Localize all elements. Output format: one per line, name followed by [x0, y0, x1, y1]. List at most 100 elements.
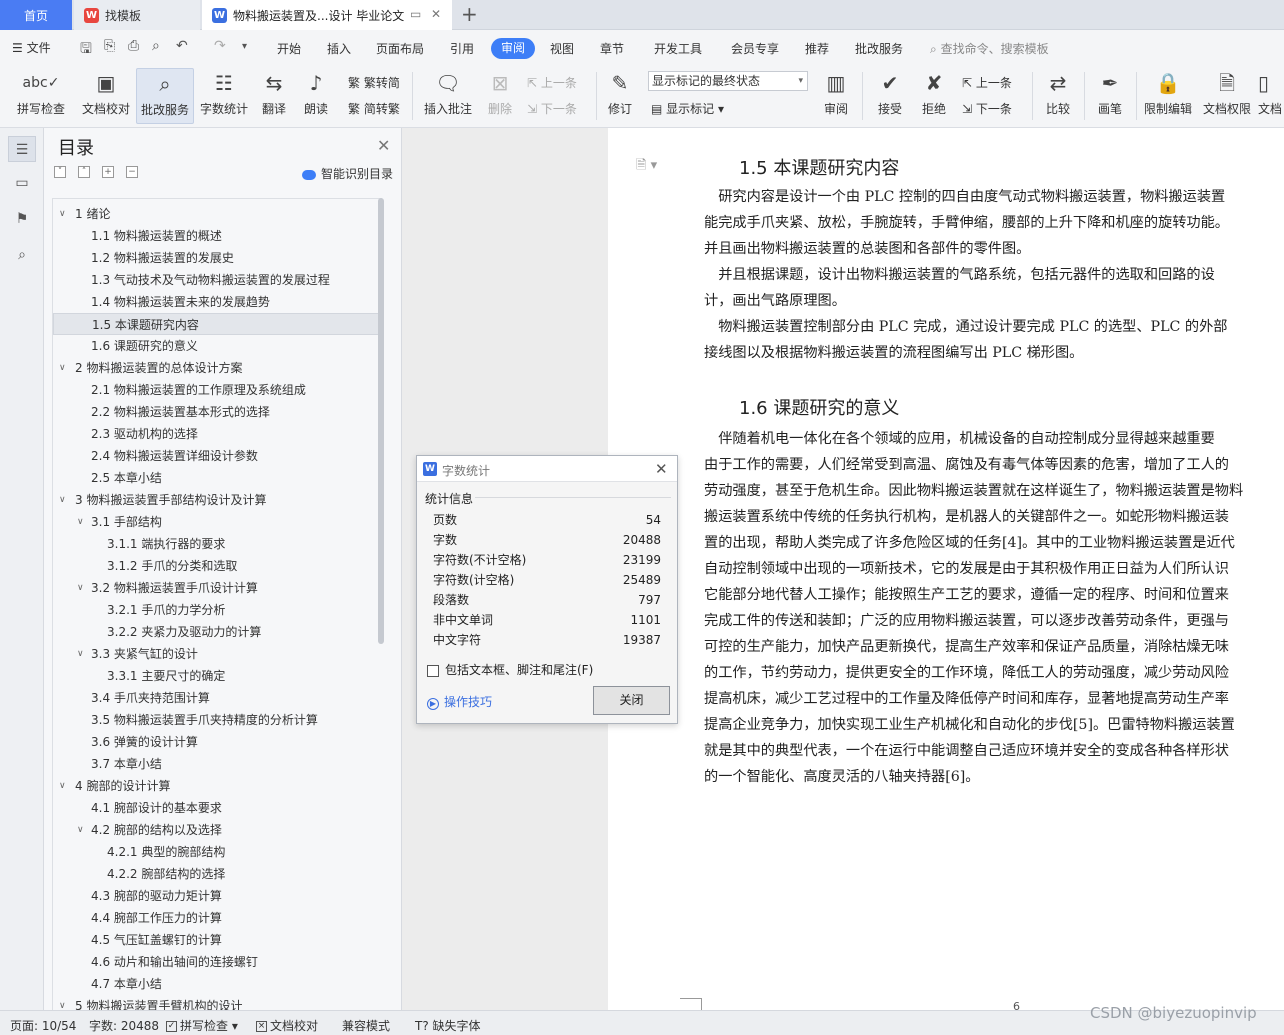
word-count-indicator[interactable]: 字数: 20488 — [89, 1017, 159, 1034]
print-icon[interactable]: ⎙ — [128, 38, 139, 54]
bookmark-icon[interactable]: ⚑ — [8, 206, 36, 232]
missing-font-status[interactable]: T? 缺失字体 — [415, 1017, 481, 1034]
close-button[interactable]: 关闭 — [593, 686, 670, 715]
menu-view[interactable]: 视图 — [550, 40, 574, 57]
toc-item[interactable]: 1.1 物料搬运装置的概述 — [53, 225, 381, 247]
prev-comment-button[interactable]: ⇱ 上一条 — [527, 74, 577, 91]
toc-item[interactable]: ∨ 4 腕部的设计计算 — [53, 775, 381, 797]
save-icon[interactable]: 🖫 — [80, 38, 92, 62]
print-preview-icon[interactable]: ⌕ — [152, 38, 160, 54]
tips-link[interactable]: ▶ 操作技巧 — [427, 693, 492, 710]
document-page[interactable]: 🗎 ▾ 1.5 本课题研究内容 研究内容是设计一个由 PLC 控制的四自由度气动… — [608, 128, 1284, 1010]
toc-item[interactable]: ∨ 5 物料搬运装置手臂机构的设计 — [53, 995, 381, 1010]
toc-item[interactable]: 4.1 腕部设计的基本要求 — [53, 797, 381, 819]
toc-item[interactable]: 2.5 本章小结 — [53, 467, 381, 489]
doc-rights-button[interactable]: 🗎 文档权限 — [1200, 68, 1254, 124]
toc-item[interactable]: 4.6 动片和输出轴间的连接螺钉 — [53, 951, 381, 973]
export-pdf-icon[interactable]: ⎘ — [104, 38, 115, 54]
toc-item[interactable]: 1.6 课题研究的意义 — [53, 335, 381, 357]
toc-scrollbar[interactable] — [378, 198, 384, 644]
tab-close-icon[interactable]: ✕ — [431, 7, 441, 21]
spell-check-button[interactable]: abc✓ 拼写检查 — [8, 68, 74, 124]
toc-item[interactable]: ∨ 1 绪论 — [53, 203, 381, 225]
screen-icon[interactable]: ▭ — [410, 7, 421, 21]
toc-item[interactable]: 1.5 本课题研究内容 — [53, 313, 381, 335]
section-nav-icon[interactable]: ▭ — [8, 170, 36, 196]
doc-proof-status[interactable]: × 文档校对 — [256, 1017, 318, 1034]
prev-change-button[interactable]: ⇱ 上一条 — [962, 74, 1012, 91]
toc-item[interactable]: 3.2.2 夹紧力及驱动力的计算 — [53, 621, 381, 643]
menu-insert[interactable]: 插入 — [327, 40, 351, 57]
menu-chapter[interactable]: 章节 — [600, 40, 624, 57]
toc-item[interactable]: 4.3 腕部的驱动力矩计算 — [53, 885, 381, 907]
compare-button[interactable]: ⇄ 比较 — [1038, 68, 1078, 124]
compat-mode-status[interactable]: 兼容模式 — [342, 1017, 390, 1034]
translate-button[interactable]: ⇆ 翻译 — [254, 68, 294, 124]
smart-toc-button[interactable]: 智能识别目录 — [302, 165, 393, 182]
toc-item[interactable]: 3.1.2 手爪的分类和选取 — [53, 555, 381, 577]
restrict-editing-button[interactable]: 🔒 限制编辑 — [1140, 68, 1196, 124]
menu-page-layout[interactable]: 页面布局 — [376, 40, 424, 57]
expand-arrow-icon[interactable]: ∨ — [59, 203, 66, 225]
undo-icon[interactable]: ↶ — [176, 38, 188, 54]
menu-developer[interactable]: 开发工具 — [654, 40, 702, 57]
toc-panel-icon[interactable]: ☰ — [8, 136, 36, 162]
doc-more-button[interactable]: ▯ 文档 — [1258, 68, 1284, 124]
menu-start[interactable]: 开始 — [277, 40, 301, 57]
tab-template[interactable]: W 找模板 — [74, 0, 200, 30]
toc-item[interactable]: 3.1.1 端执行器的要求 — [53, 533, 381, 555]
accept-button[interactable]: ✔ 接受 — [870, 68, 910, 124]
review-pane-button[interactable]: ▥ 审阅 — [816, 68, 856, 124]
toc-item[interactable]: 2.1 物料搬运装置的工作原理及系统组成 — [53, 379, 381, 401]
page-options-icon[interactable]: 🗎 ▾ — [636, 156, 657, 178]
read-aloud-button[interactable]: ♪ 朗读 — [296, 68, 336, 124]
toc-item[interactable]: 3.7 本章小结 — [53, 753, 381, 775]
spell-check-status[interactable]: ✓ 拼写检查 ▾ — [166, 1017, 238, 1034]
correction-service-button[interactable]: ⌕ 批改服务 — [136, 68, 194, 124]
simp-to-trad-button[interactable]: 繁 简转繁 — [348, 100, 400, 117]
toc-item[interactable]: ∨ 3.2 物料搬运装置手爪设计计算 — [53, 577, 381, 599]
word-count-button[interactable]: ☷ 字数统计 — [197, 68, 251, 124]
track-changes-button[interactable]: ✎ 修订 — [600, 68, 640, 124]
expand-arrow-icon[interactable]: ∨ — [59, 775, 66, 797]
menu-vip[interactable]: 会员专享 — [731, 40, 779, 57]
toc-item[interactable]: 3.2.1 手爪的力学分析 — [53, 599, 381, 621]
toc-item[interactable]: ∨ 3.3 夹紧气缸的设计 — [53, 643, 381, 665]
include-textbox-checkbox[interactable]: 包括文本框、脚注和尾注(F) — [427, 661, 593, 678]
toc-item[interactable]: ∨ 4.2 腕部的结构以及选择 — [53, 819, 381, 841]
toc-item[interactable]: ∨ 3 物料搬运装置手部结构设计及计算 — [53, 489, 381, 511]
next-change-button[interactable]: ⇲ 下一条 — [962, 100, 1012, 117]
menu-references[interactable]: 引用 — [450, 40, 474, 57]
show-markup-button[interactable]: ▤ 显示标记 ▾ — [651, 100, 724, 117]
toc-item[interactable]: 3.5 物料搬运装置手爪夹持精度的分析计算 — [53, 709, 381, 731]
markup-state-select[interactable]: 显示标记的最终状态 ▾ — [648, 71, 808, 91]
pen-button[interactable]: ✒ 画笔 — [1090, 68, 1130, 124]
toc-close-icon[interactable]: ✕ — [377, 136, 390, 155]
toc-item[interactable]: 2.4 物料搬运装置详细设计参数 — [53, 445, 381, 467]
toc-item[interactable]: 1.4 物料搬运装置未来的发展趋势 — [53, 291, 381, 313]
expand-arrow-icon[interactable]: ∨ — [59, 489, 66, 511]
doc-proof-button[interactable]: ▣ 文档校对 — [78, 68, 134, 124]
tab-home[interactable]: 首页 — [0, 0, 72, 30]
next-comment-button[interactable]: ⇲ 下一条 — [527, 100, 577, 117]
toc-item[interactable]: 4.2.1 典型的腕部结构 — [53, 841, 381, 863]
collapse-all-icon[interactable]: ˅ — [54, 166, 66, 178]
page-indicator[interactable]: 页面: 10/54 — [10, 1017, 76, 1034]
menu-recommend[interactable]: 推荐 — [805, 40, 829, 57]
add-heading-icon[interactable]: + — [102, 166, 114, 178]
toc-item[interactable]: ∨ 2 物料搬运装置的总体设计方案 — [53, 357, 381, 379]
expand-arrow-icon[interactable]: ∨ — [59, 995, 66, 1010]
expand-arrow-icon[interactable]: ∨ — [77, 577, 84, 599]
remove-heading-icon[interactable]: − — [126, 166, 138, 178]
toc-item[interactable]: 2.3 驱动机构的选择 — [53, 423, 381, 445]
toc-item[interactable]: 3.6 弹簧的设计计算 — [53, 731, 381, 753]
find-icon[interactable]: ⌕ — [8, 242, 36, 268]
quick-access-more-icon[interactable]: ▾ — [242, 41, 247, 52]
menu-review[interactable]: 审阅 — [491, 38, 535, 59]
toc-item[interactable]: 1.2 物料搬运装置的发展史 — [53, 247, 381, 269]
toc-item[interactable]: 3.4 手爪夹持范围计算 — [53, 687, 381, 709]
menu-correction[interactable]: 批改服务 — [855, 40, 903, 57]
reject-button[interactable]: ✘ 拒绝 — [914, 68, 954, 124]
toc-item[interactable]: 4.2.2 腕部结构的选择 — [53, 863, 381, 885]
expand-arrow-icon[interactable]: ∨ — [77, 643, 84, 665]
